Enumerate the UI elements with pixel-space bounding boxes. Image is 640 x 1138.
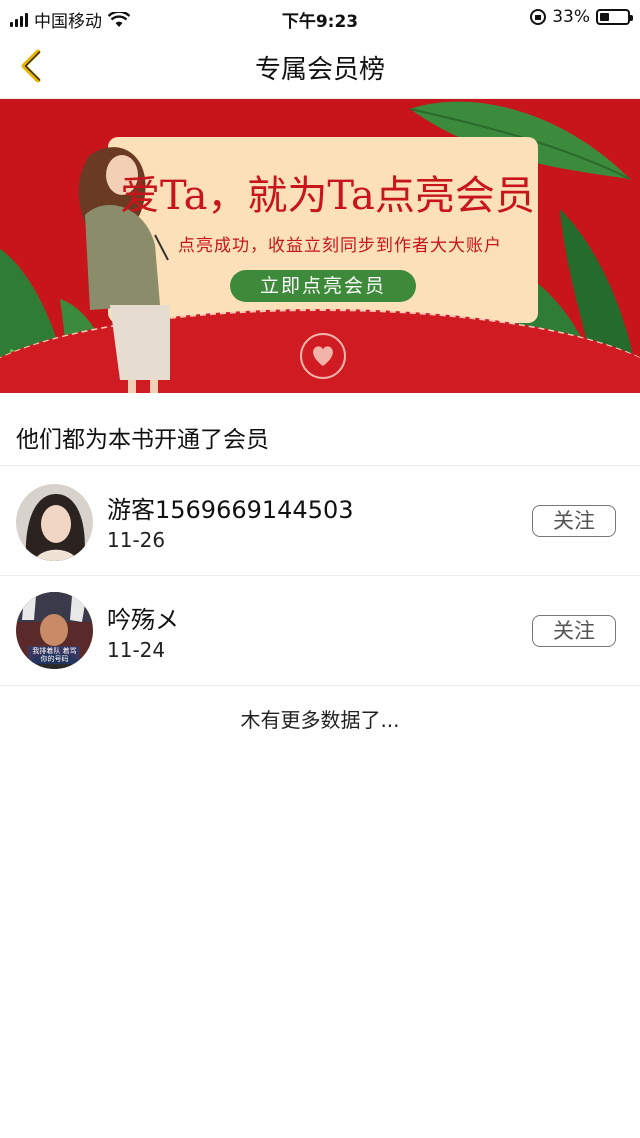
promo-banner[interactable]: 爱Ta，就为Ta点亮会员 点亮成功，收益立刻同步到作者大大账户 立即点亮会员 [0,99,640,393]
status-right: 33% [530,7,633,27]
member-date: 11-26 [107,528,166,552]
page-title: 专属会员榜 [254,55,385,85]
member-date: 11-24 [107,638,166,662]
member-row[interactable]: 游客1569669144503 11-26 关注 [0,466,640,574]
divider [0,685,640,686]
battery-icon [596,9,633,25]
member-name: 吟殇メ [107,606,179,634]
member-row[interactable]: 我排着队 着骂你的号码 吟殇メ 11-24 关注 [0,576,640,684]
banner-subline: 点亮成功，收益立刻同步到作者大大账户 [178,236,502,256]
status-bar: 中国移动 下午9:23 33% [0,0,640,36]
follow-button[interactable]: 关注 [532,505,616,537]
battery-percent: 33% [552,7,590,27]
light-up-member-button[interactable]: 立即点亮会员 [230,270,416,302]
avatar-caption: 我排着队 着骂你的号码 [32,647,77,663]
banner-headline: 爱Ta，就为Ta点亮会员 [120,173,535,219]
navigation-bar: 专属会员榜 [0,36,640,99]
avatar[interactable]: 我排着队 着骂你的号码 [16,592,93,669]
orientation-lock-icon [530,9,547,25]
follow-button[interactable]: 关注 [532,615,616,647]
heart-seal-icon [300,333,346,379]
avatar[interactable] [16,484,93,561]
section-title: 他们都为本书开通了会员 [16,427,269,453]
battery-fill [600,13,609,21]
member-name: 游客1569669144503 [107,496,354,524]
no-more-data-label: 木有更多数据了... [240,708,400,732]
